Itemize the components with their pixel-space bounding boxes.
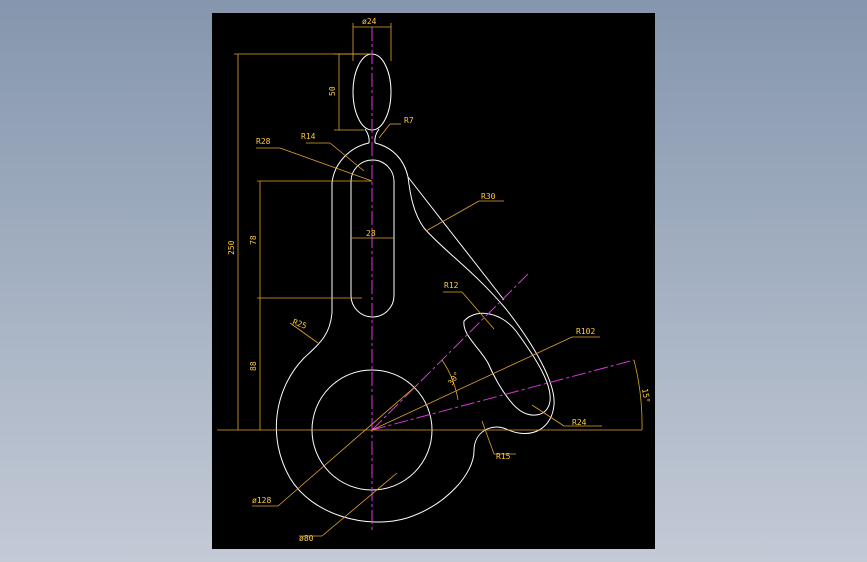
centerline-30deg <box>371 273 529 431</box>
outer-contour <box>275 142 555 523</box>
neck-fillet-left <box>364 128 370 144</box>
dim-50: 50 <box>328 86 337 96</box>
dim-r12: R12 <box>444 281 459 290</box>
dim-28: 28 <box>366 229 376 238</box>
dim-r28: R28 <box>256 137 271 146</box>
centerline-15deg <box>371 359 635 431</box>
dim-dia80: ø80 <box>299 534 314 543</box>
dim-250: 250 <box>227 240 236 255</box>
dim-r14: R14 <box>301 132 316 141</box>
dim-15deg: 15° <box>640 388 651 404</box>
dim-r30: R30 <box>481 192 496 201</box>
dim-r15: R15 <box>496 452 511 461</box>
dimension-lines <box>217 23 643 537</box>
dim-88: 88 <box>249 361 258 371</box>
dim-30deg: 30° <box>446 370 462 387</box>
dim-r102: R102 <box>576 327 595 336</box>
dim-r24: R24 <box>572 418 587 427</box>
dim-dia128: ø128 <box>252 496 271 505</box>
cad-drawing: ø24 50 R7 R14 R28 250 78 28 R30 R12 R102… <box>217 17 651 543</box>
dim-dia24: ø24 <box>362 17 377 26</box>
cad-viewport[interactable]: ø24 50 R7 R14 R28 250 78 28 R30 R12 R102… <box>212 13 655 549</box>
part-geometry <box>275 53 555 523</box>
dim-78: 78 <box>249 235 258 245</box>
dim-r25: R25 <box>291 317 308 330</box>
dimension-labels: ø24 50 R7 R14 R28 250 78 28 R30 R12 R102… <box>227 17 651 543</box>
neck-fillet-right <box>374 128 380 144</box>
curved-slot <box>463 312 551 416</box>
dim-r7: R7 <box>404 116 414 125</box>
